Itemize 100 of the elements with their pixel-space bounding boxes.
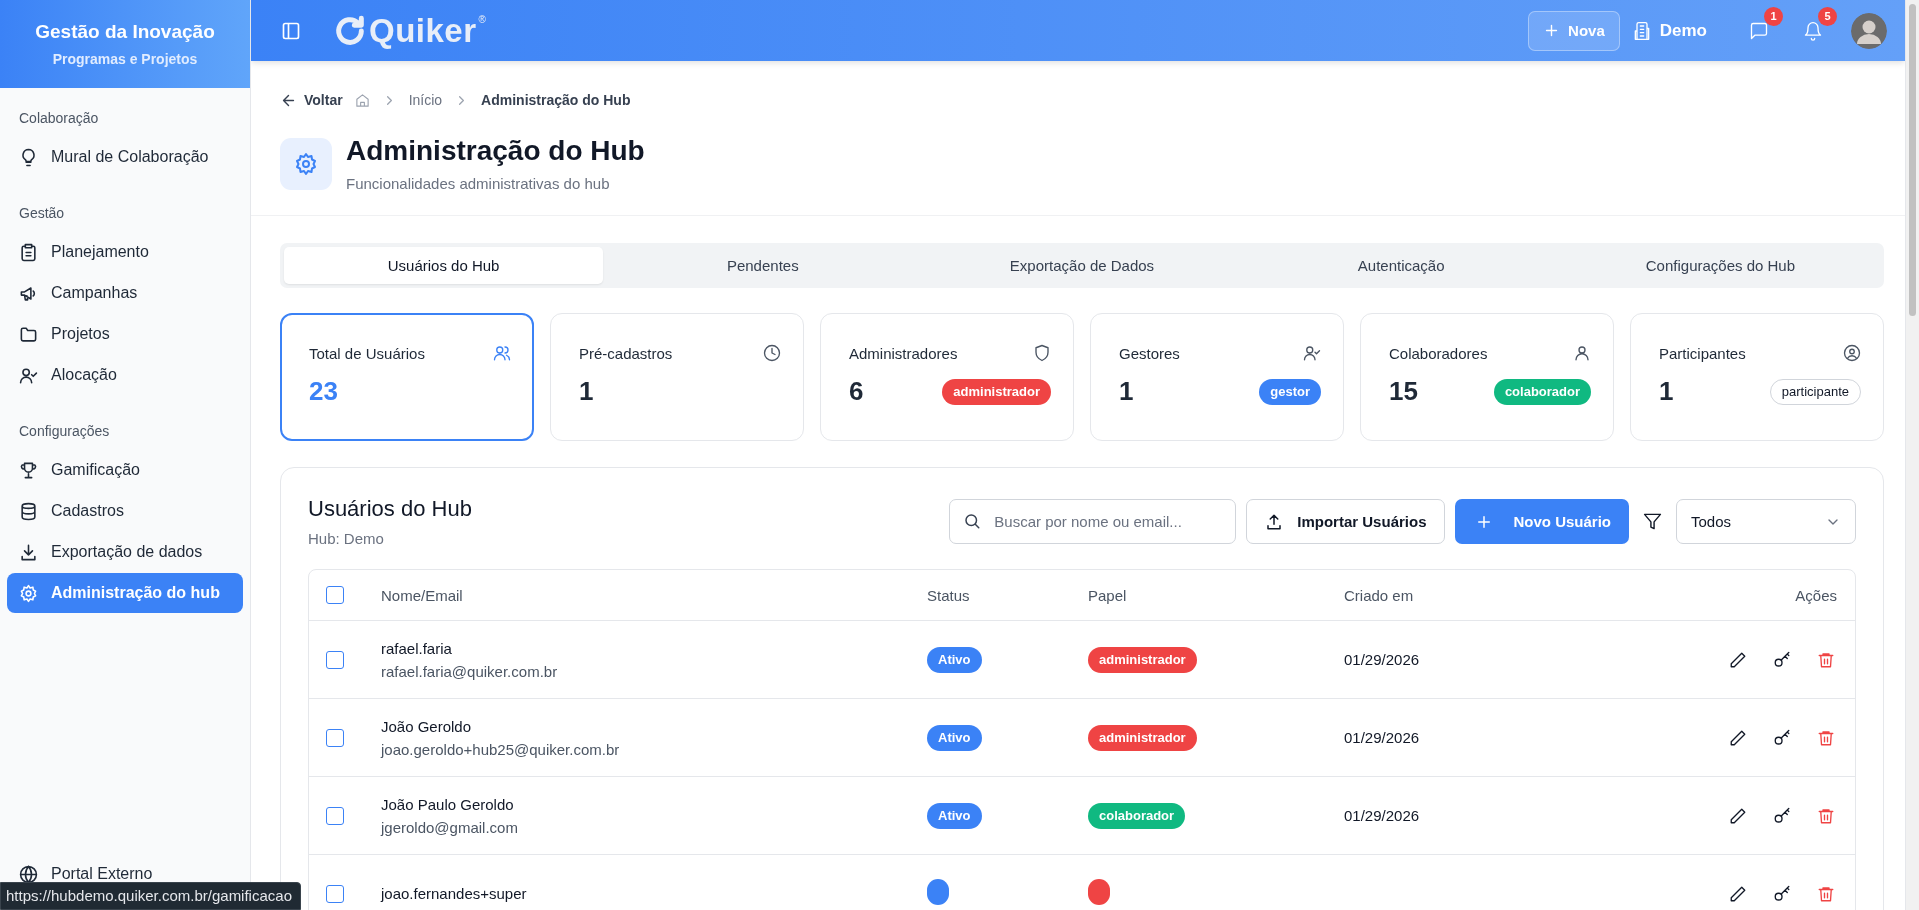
role-badge: participante [1769,378,1861,405]
avatar[interactable] [1851,12,1887,49]
message-icon [1749,20,1769,41]
search-field[interactable]: Buscar por nome ou email... [949,499,1237,544]
page-title: Administração do Hub [346,135,645,167]
download-icon [19,542,38,562]
tab[interactable]: Autenticação [1241,247,1561,284]
row-checkbox[interactable] [326,806,344,825]
stat-value: 1 [579,376,594,407]
role-badge [1088,878,1110,905]
user-email: rafael.faria@quiker.com.br [381,662,559,680]
stat-label: Total de Usuários [309,344,425,362]
sidebar-item[interactable]: Alocação [7,355,243,395]
status-badge: Ativo [927,724,982,751]
section-heading: Gestão [18,204,66,223]
upload-icon [1265,512,1284,531]
role-badge: administrador [942,378,1051,405]
column-header: Ações [1794,586,1837,604]
key-icon [1773,728,1791,747]
back-link[interactable]: Voltar [280,91,343,109]
clipboard-icon [19,242,38,262]
sidebar-item[interactable]: Projetos [7,314,243,354]
sidebar-item[interactable]: Planejamento [7,232,243,272]
stat-label: Colaboradores [1389,344,1488,362]
breadcrumb-item: Administração do Hub [481,92,631,108]
role-badge: gestor [1259,378,1321,405]
user-name: João Geroldo [381,717,473,735]
created-date: 01/29/2026 [1344,650,1420,668]
count-badge: 1 [1764,6,1783,26]
tab[interactable]: Exportação de Dados [922,247,1242,284]
sidebar-item[interactable]: Mural de Colaboração [7,137,243,177]
pencil-icon [1729,650,1747,669]
stat-card[interactable]: Administradores 6 administrador [820,313,1074,441]
stat-card[interactable]: Colaboradores 15 colaborador [1360,313,1614,441]
role-filter-dropdown[interactable]: Todos [1676,499,1856,544]
tab[interactable]: Pendentes [603,247,923,284]
role-badge: colaborador [1493,378,1591,405]
settings-icon [19,583,38,603]
trash-icon [1817,806,1835,825]
bell-icon [1803,20,1823,41]
tab[interactable]: Usuários do Hub [284,247,604,284]
section-heading: Configurações [18,422,111,441]
row-checkbox[interactable] [326,884,344,903]
pencil-icon [1729,728,1747,747]
sidebar-item[interactable]: Gamificação [7,450,243,490]
sidebar-item[interactable]: Cadastros [7,491,243,531]
logo-text: Quiker [369,13,477,48]
status-badge [927,878,949,905]
sidebar-item[interactable]: Administração do hub [7,573,243,613]
settings-icon [294,151,318,176]
trash-icon [1817,884,1835,903]
stat-card[interactable]: Gestores 1 gestor [1090,313,1344,441]
new-user-button[interactable]: Novo Usuário [1455,499,1629,544]
stat-card[interactable]: Participantes 1 participante [1630,313,1884,441]
sidebar-item[interactable]: Campanhas [7,273,243,313]
status-badge: Ativo [927,646,982,673]
role-badge: administrador [1088,724,1197,751]
section-heading: Colaboração [18,109,100,128]
user-name: joao.fernandes+super [381,885,528,902]
filter-icon [1643,512,1662,531]
column-header: Criado em [1344,586,1415,604]
user-name: rafael.faria [381,639,453,657]
search-icon [963,512,982,530]
column-header: Nome/Email [381,586,464,604]
stat-value: 15 [1389,376,1418,407]
key-icon [1773,884,1791,903]
status-badge: Ativo [927,802,982,829]
folder-icon [19,324,38,344]
pencil-icon [1729,884,1747,903]
clock-icon [763,344,781,362]
key-icon [1773,806,1791,825]
panel-title: Usuários do Hub [308,496,472,522]
user-email: jgeroldo@gmail.com [381,818,519,836]
globe-icon [19,864,38,884]
row-checkbox[interactable] [326,728,344,747]
role-badge: colaborador [1088,802,1186,829]
stat-card[interactable]: Total de Usuários 23 [280,313,534,441]
user-name: João Paulo Geroldo [381,795,515,813]
tab[interactable]: Configurações do Hub [1560,247,1880,284]
stat-value: 1 [1659,376,1674,407]
breadcrumb-item[interactable]: Início [408,92,443,108]
database-icon [19,501,38,521]
shield-icon [1033,344,1051,362]
role-badge: administrador [1088,646,1197,673]
app-title: Gestão da Inovação [35,21,215,43]
key-icon [1773,650,1791,669]
scrollbar-thumb[interactable] [1909,4,1916,316]
stat-card[interactable]: Pré-cadastros 1 [550,313,804,441]
created-date: 01/29/2026 [1344,728,1420,746]
stat-value: 23 [309,376,338,407]
link-url-tooltip: https://hubdemo.quiker.com.br/gamificacao [0,882,301,910]
select-all-checkbox[interactable] [326,586,344,604]
sidebar-icon [281,20,301,41]
import-button[interactable]: Importar Usuários [1246,499,1446,544]
trash-icon [1817,728,1835,747]
sidebar-item[interactable]: Exportação de dados [7,532,243,572]
stat-value: 6 [849,376,864,407]
user-check-icon [19,365,38,385]
row-checkbox[interactable] [326,650,344,669]
user-email: joao.geroldo+hub25@quiker.com.br [381,740,621,758]
